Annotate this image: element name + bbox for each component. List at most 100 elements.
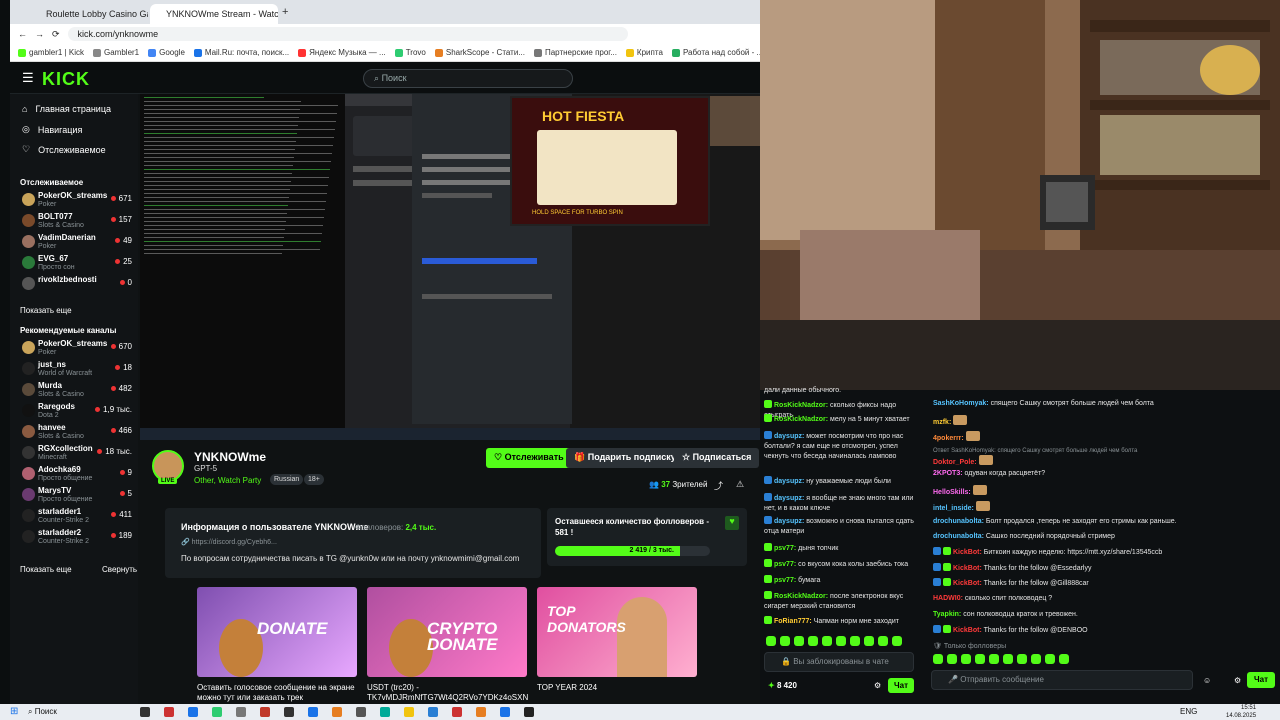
bookmark-item[interactable]: Яндекс Музыка — ... — [298, 48, 386, 57]
back-icon[interactable]: ← — [18, 29, 27, 39]
tab-ynknowme[interactable]: YNKNOWme Stream - Watch Li...✕ — [150, 4, 278, 24]
taskbar-app-icon[interactable] — [308, 707, 318, 717]
new-tab-button[interactable]: + — [282, 6, 288, 18]
tab-roulette[interactable]: Roulette Lobby Casino Game o...✕ — [30, 4, 148, 24]
tag-language[interactable]: Russian — [270, 474, 304, 485]
chat-username[interactable]: RosKickNadzor: — [774, 593, 828, 600]
channel-item[interactable]: MarysTV Просто общение 5 — [18, 485, 134, 505]
chat-username[interactable]: Doktor_Pole: — [933, 459, 977, 466]
channel-item[interactable]: Raregods Dota 2 1,9 тыс. — [18, 401, 134, 421]
bookmark-item[interactable]: Работа над собой - ... — [671, 48, 760, 57]
tag-age[interactable]: 18+ — [304, 474, 324, 485]
chat-send-button-left[interactable]: Чат — [888, 678, 914, 693]
panel-image[interactable]: TOP DONATORS — [537, 587, 697, 677]
taskbar-app-icon[interactable] — [380, 707, 390, 717]
channel-item[interactable]: starladder1 Counter-Strike 2 411 — [18, 506, 134, 526]
share-icon[interactable]: ⤴ — [714, 479, 723, 492]
channel-item[interactable]: Adochka69 Просто общение 9 — [18, 464, 134, 484]
taskbar-app-icon[interactable] — [332, 707, 342, 717]
report-icon[interactable]: ⚠ — [736, 479, 744, 490]
nav-following[interactable]: ♡ Отслеживаемое — [22, 144, 106, 155]
emoji-icon[interactable]: ☺ — [1203, 676, 1211, 685]
chat-username[interactable]: daysupz: — [774, 518, 804, 525]
chat-input-right[interactable]: 🎤 Отправить сообщение — [931, 670, 1193, 690]
chat-username[interactable]: RosKickNadzor: — [774, 416, 828, 423]
channel-item[interactable]: VadimDanerian Poker 49 — [18, 232, 134, 252]
taskbar-app-icon[interactable] — [476, 707, 486, 717]
bookmark-item[interactable]: Криптa — [625, 48, 663, 57]
language-indicator[interactable]: ENG — [1180, 707, 1197, 716]
chat-username[interactable]: daysupz: — [774, 495, 804, 502]
chat-username[interactable]: drochunabolta: — [933, 533, 984, 540]
show-more-recommended[interactable]: Показать еще — [20, 565, 72, 574]
subscribe-button[interactable]: ☆ Подписаться — [674, 448, 760, 468]
chat-username[interactable]: HelloSkills: — [933, 489, 971, 496]
show-more-followed[interactable]: Показать еще — [20, 306, 72, 315]
chat-username[interactable]: KickBot: — [953, 565, 982, 572]
chat-input-left[interactable]: 🔒 Вы заблокированы в чате — [764, 652, 914, 672]
chat-username[interactable]: Tyapkin: — [933, 611, 961, 618]
channel-name[interactable]: YNKNOWme — [194, 450, 266, 464]
bookmark-item[interactable]: Партнерские прог... — [533, 48, 617, 57]
forward-icon[interactable]: → — [35, 29, 44, 39]
search-input[interactable]: ⌕ Поиск — [363, 69, 573, 88]
taskbar-app-icon[interactable] — [212, 707, 222, 717]
bookmark-item[interactable]: gambler1 | Kick — [18, 48, 84, 57]
channel-item[interactable]: hanvee Slots & Casino 466 — [18, 422, 134, 442]
chat-username[interactable]: KickBot: — [953, 549, 982, 556]
chat-username[interactable]: psv77: — [774, 561, 796, 568]
channel-item[interactable]: PokerOK_streams Poker 671 — [18, 190, 134, 210]
taskbar-app-icon[interactable] — [404, 707, 414, 717]
collapse-link[interactable]: Свернуть — [102, 565, 137, 574]
stream-category[interactable]: Other, Watch Party — [194, 476, 261, 485]
taskbar-app-icon[interactable] — [452, 707, 462, 717]
taskbar-app-icon[interactable] — [236, 707, 246, 717]
video-player[interactable]: HOT FIESTA HOLD SPACE FOR TURBO SPIN — [140, 94, 760, 440]
bookmark-item[interactable]: Google — [148, 48, 185, 57]
channel-item[interactable]: rivoklzbednosti 0 — [18, 274, 134, 294]
chat-username[interactable]: KickBot: — [953, 627, 982, 634]
channel-item[interactable]: Murda Slots & Casino 482 — [18, 380, 134, 400]
chat-username[interactable]: KickBot: — [953, 580, 982, 587]
taskbar-app-icon[interactable] — [260, 707, 270, 717]
chat-username[interactable]: daysupz: — [774, 433, 804, 440]
chat-username[interactable]: mzfk: — [933, 419, 951, 426]
reload-icon[interactable]: ⟳ — [52, 29, 60, 40]
nav-home[interactable]: ⌂ Главная страница — [22, 104, 111, 114]
chat-username[interactable]: daysupz: — [774, 478, 804, 485]
windows-start-icon[interactable]: ⊞ — [10, 706, 18, 717]
panel-image[interactable]: CRYPTO DONATE — [367, 587, 527, 677]
bookmark-item[interactable]: Trovo — [394, 48, 426, 57]
chat-username[interactable]: psv77: — [774, 577, 796, 584]
channel-points[interactable]: ✦ 8 420 — [768, 681, 797, 690]
taskbar-app-icon[interactable] — [140, 707, 150, 717]
channel-item[interactable]: EVG_67 Просто сон 25 — [18, 253, 134, 273]
chat-username[interactable]: HADWI0: — [933, 595, 963, 602]
bookmark-item[interactable]: Gambler1 — [93, 48, 139, 57]
kick-logo[interactable]: KICK — [42, 69, 90, 90]
clock[interactable]: 15:51 14.08.2025 — [1226, 704, 1256, 720]
taskbar-app-icon[interactable] — [500, 707, 510, 717]
channel-item[interactable]: RGXcollection Minecraft 18 тыс. — [18, 443, 134, 463]
channel-item[interactable]: BOLT077 Slots & Casino 157 — [18, 211, 134, 231]
discord-link[interactable]: 🔗 https://discord.gg/Cyebh6... — [181, 538, 277, 546]
chat-username[interactable]: RosKickNadzor: — [774, 402, 828, 409]
chat-username[interactable]: SashKoHomyak: — [933, 400, 989, 407]
taskbar-app-icon[interactable] — [284, 707, 294, 717]
chat-username[interactable]: FoRian777: — [774, 618, 812, 625]
taskbar-app-icon[interactable] — [356, 707, 366, 717]
taskbar-app-icon[interactable] — [524, 707, 534, 717]
chat-username[interactable]: psv77: — [774, 545, 796, 552]
taskbar-app-icon[interactable] — [428, 707, 438, 717]
menu-icon[interactable]: ☰ — [22, 70, 34, 86]
bookmark-item[interactable]: Mail.Ru: почта, поиск... — [193, 48, 289, 57]
channel-item[interactable]: PokerOK_streams Poker 670 — [18, 338, 134, 358]
nav-browse[interactable]: ◎ Навигация — [22, 124, 82, 135]
chat-username[interactable]: intel_inside: — [933, 505, 974, 512]
taskbar-search[interactable]: ⌕ Поиск — [28, 707, 57, 717]
chat-username[interactable]: 4pokerrr: — [933, 435, 964, 442]
panel-image[interactable]: DONATE — [197, 587, 357, 677]
url-input[interactable]: kick.com/ynknowme — [67, 27, 628, 41]
chat-username[interactable]: 2KPOT3: — [933, 470, 963, 477]
chat-username[interactable]: drochunabolta: — [933, 518, 984, 525]
